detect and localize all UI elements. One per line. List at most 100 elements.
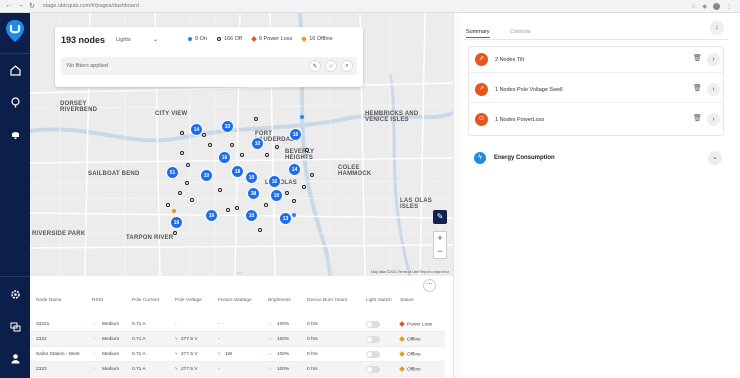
- map-node[interactable]: [180, 131, 184, 135]
- devices-icon[interactable]: [8, 319, 22, 333]
- panel-resize-handle[interactable]: [453, 13, 460, 378]
- col-pole-voltage[interactable]: Pole Voltage: [175, 298, 202, 303]
- map-node[interactable]: [254, 117, 258, 121]
- layers-icon[interactable]: ✎: [433, 210, 447, 224]
- map-cluster[interactable]: 10: [270, 189, 283, 202]
- col-burn-hours[interactable]: Device Burn Hours: [307, 298, 347, 303]
- map-cluster[interactable]: 10: [200, 169, 213, 182]
- star-icon[interactable]: ☆: [325, 60, 337, 72]
- map-node[interactable]: [275, 145, 279, 149]
- chevron-right-icon[interactable]: ›: [707, 83, 720, 96]
- col-node-name[interactable]: Node Name: [36, 298, 62, 303]
- map-cluster[interactable]: 38: [247, 187, 260, 200]
- map-cluster[interactable]: 13: [279, 212, 292, 225]
- map-cluster[interactable]: 10: [245, 171, 258, 184]
- chevron-down-icon[interactable]: ⌄: [708, 151, 722, 165]
- map-node[interactable]: [240, 153, 244, 157]
- map-cluster[interactable]: 16: [218, 151, 231, 164]
- map-node[interactable]: [305, 148, 309, 152]
- settings-icon[interactable]: [8, 287, 22, 301]
- map-node[interactable]: [218, 188, 222, 192]
- bell-icon[interactable]: [8, 127, 22, 141]
- map-cluster[interactable]: 18: [231, 165, 244, 178]
- legend-off[interactable]: 166 Off: [216, 36, 242, 42]
- map-cluster[interactable]: 10: [245, 209, 258, 222]
- type-select[interactable]: Lights: [116, 37, 131, 43]
- table-row[interactable]: Sailor Station - West ⁄ Medium 0.71 A ϟ …: [30, 347, 445, 362]
- map-node[interactable]: [292, 213, 296, 217]
- map-cluster[interactable]: 16: [170, 216, 183, 229]
- light-switch-toggle[interactable]: [366, 336, 380, 343]
- map-node[interactable]: [285, 191, 289, 195]
- table-row[interactable]: 2322 ⁄ Medium 0.71 A ϟ 277.5 V - ☼ 100% …: [30, 332, 445, 347]
- reload-icon[interactable]: ↻: [29, 2, 35, 10]
- map-node[interactable]: [190, 198, 194, 202]
- map-node[interactable]: [202, 133, 206, 137]
- map-cluster[interactable]: 14: [288, 163, 301, 176]
- map-node[interactable]: [172, 209, 176, 213]
- map-node[interactable]: [265, 153, 269, 157]
- back-icon[interactable]: ←: [5, 2, 12, 10]
- col-brightness[interactable]: Brightness: [268, 298, 291, 303]
- menu-icon[interactable]: ⋮: [726, 3, 732, 10]
- map-node[interactable]: [300, 115, 304, 119]
- home-icon[interactable]: [8, 63, 22, 77]
- tab-controls[interactable]: Controls: [510, 29, 530, 35]
- map-node[interactable]: [173, 231, 177, 235]
- resize-handle[interactable]: ⋯: [236, 270, 242, 277]
- alert-item[interactable]: ↗ 1 Nodes Pole Voltage Swell 🗑 ›: [469, 77, 723, 103]
- download-icon[interactable]: ↓: [710, 21, 724, 35]
- col-fixture-wattage[interactable]: Fixture Wattage: [218, 298, 252, 303]
- star-icon[interactable]: ☆: [691, 3, 696, 10]
- map-node[interactable]: [302, 185, 306, 189]
- location-icon[interactable]: [8, 95, 22, 109]
- chevron-right-icon[interactable]: ›: [707, 113, 720, 126]
- col-pole-current[interactable]: Pole Current: [132, 298, 159, 303]
- trash-icon[interactable]: 🗑: [693, 84, 702, 92]
- light-switch-toggle[interactable]: [366, 351, 380, 358]
- light-switch-toggle[interactable]: [366, 366, 380, 373]
- map-node[interactable]: [292, 199, 296, 203]
- map-node[interactable]: [264, 203, 268, 207]
- user-icon[interactable]: [8, 351, 22, 365]
- legend-power-loss[interactable]: 9 Power Loss: [251, 35, 292, 42]
- legend-offline[interactable]: 16 Offline: [301, 35, 333, 42]
- map-node[interactable]: [230, 143, 234, 147]
- filter-bar[interactable]: No filters applied ✎ ☆ ⌕: [61, 57, 357, 75]
- map-cluster[interactable]: 16: [289, 128, 302, 141]
- energy-consumption-section[interactable]: ϟ Energy Consumption ⌄: [468, 148, 724, 170]
- map-cluster[interactable]: 16: [268, 175, 281, 188]
- col-rssi[interactable]: RSSI: [92, 298, 103, 303]
- chevron-right-icon[interactable]: ›: [707, 53, 720, 66]
- col-status[interactable]: Status: [400, 298, 414, 303]
- table-row[interactable]: 33221 ⁄ Medium 0.71 A - - ☼ 100% 0 hrs P…: [30, 317, 445, 332]
- map-node[interactable]: [208, 143, 212, 147]
- map-node[interactable]: [226, 208, 230, 212]
- map-node[interactable]: [166, 203, 170, 207]
- zoom-in-button[interactable]: +: [434, 232, 446, 245]
- col-light-switch[interactable]: Light Switch: [366, 298, 392, 303]
- map-cluster[interactable]: 10: [251, 137, 264, 150]
- alert-item[interactable]: ⇗ 2 Nodes Tilt 🗑 ›: [469, 47, 723, 73]
- trash-icon[interactable]: 🗑: [693, 114, 702, 122]
- alert-item[interactable]: ⏻ 1 Nodes PowerLoss 🗑 ›: [469, 107, 723, 133]
- light-switch-toggle[interactable]: [366, 321, 380, 328]
- trash-icon[interactable]: 🗑: [693, 54, 702, 62]
- address-bar[interactable]: stage.ubicquia.com/#/pages/dashboard: [43, 3, 691, 9]
- map-node[interactable]: [310, 173, 314, 177]
- map-node[interactable]: [258, 228, 262, 232]
- extension-icon[interactable]: ◆: [702, 3, 707, 10]
- map-node[interactable]: [185, 181, 189, 185]
- map-node[interactable]: [180, 151, 184, 155]
- forward-icon[interactable]: →: [17, 2, 24, 10]
- map-cluster[interactable]: 33: [221, 120, 234, 133]
- table-row[interactable]: 2323 ⁄ Medium 0.71 A ϟ 277.5 V - ☼ 100% …: [30, 362, 445, 377]
- chevron-down-icon[interactable]: ⌄: [153, 36, 158, 43]
- map-node[interactable]: [235, 206, 239, 210]
- map-cluster[interactable]: 51: [166, 166, 179, 179]
- app-logo[interactable]: [5, 19, 25, 43]
- tab-summary[interactable]: Summary: [466, 29, 490, 38]
- map-cluster[interactable]: 16: [205, 209, 218, 222]
- profile-avatar[interactable]: [713, 2, 720, 10]
- search-icon[interactable]: ⌕: [341, 60, 353, 72]
